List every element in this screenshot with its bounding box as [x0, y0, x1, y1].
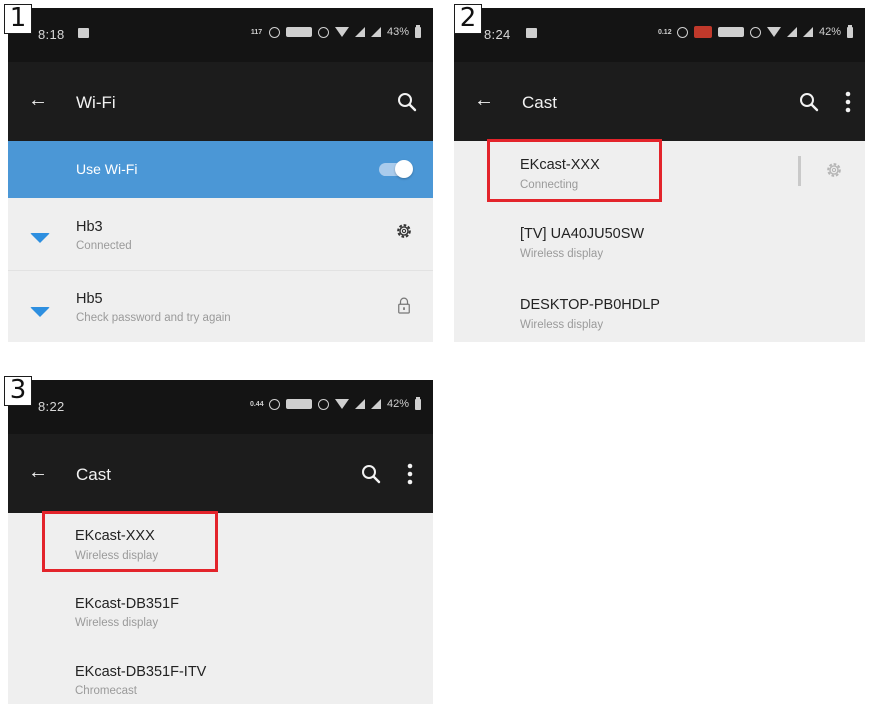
wifi-signal-icon: [30, 233, 50, 243]
signal-icon: [370, 27, 381, 37]
alarm-icon: [268, 26, 280, 38]
device-status: Wireless display: [75, 617, 159, 629]
status-icons: 0.12 42%: [657, 24, 853, 38]
data-speed-indicator: 0.12: [657, 28, 672, 36]
network-row[interactable]: Hb3 Connected: [8, 198, 433, 271]
battery-percent: 42%: [818, 26, 841, 38]
image-notification-icon: [526, 28, 537, 38]
cast-device-row[interactable]: DESKTOP-PB0HDLP Wireless display: [454, 275, 865, 342]
network-status: Connected: [76, 240, 132, 252]
step-number: 1: [4, 4, 32, 34]
back-arrow-icon[interactable]: ←: [28, 90, 48, 110]
search-icon[interactable]: [361, 464, 381, 486]
signal-icon: [354, 27, 365, 37]
gear-icon[interactable]: [825, 161, 843, 179]
image-notification-icon: [78, 28, 89, 38]
status-time: 8:18: [38, 27, 65, 42]
wifi-status-icon: [766, 27, 781, 37]
device-status: Wireless display: [520, 248, 604, 260]
network-row[interactable]: Hb5 Check password and try again: [8, 270, 433, 342]
panel-wifi-settings: 8:18 117 43% ← Wi-Fi Use Wi-Fi Hb3 Conne…: [8, 8, 433, 342]
status-time: 8:22: [38, 399, 65, 414]
hotspot-icon: [285, 399, 312, 409]
cast-device-row[interactable]: EKcast-DB351F Wireless display: [8, 579, 433, 642]
network-name: Hb3: [76, 219, 103, 235]
network-status: Check password and try again: [76, 312, 231, 324]
device-name: EKcast-DB351F-ITV: [75, 664, 207, 680]
highlight-box: [42, 511, 218, 572]
cast-device-row[interactable]: [TV] UA40JU50SW Wireless display: [454, 208, 865, 275]
panel-cast-connected: 8:22 0.44 42% ← Cast EKcast-XXX Wireless…: [8, 380, 433, 704]
sync-icon: [317, 398, 329, 410]
device-name: EKcast-DB351F: [75, 596, 179, 612]
toolbar: ← Wi-Fi: [8, 62, 433, 141]
divider: [798, 156, 801, 186]
status-bar: 8:22 0.44 42%: [8, 380, 433, 434]
battery-icon: [847, 24, 853, 38]
step-number: 3: [4, 376, 32, 406]
status-bar: 8:18 117 43%: [8, 8, 433, 62]
step-number: 2: [454, 4, 482, 34]
battery-icon: [415, 396, 421, 410]
page-title: Wi-Fi: [76, 93, 116, 112]
use-wifi-label: Use Wi-Fi: [76, 161, 138, 177]
wifi-signal-icon: [30, 307, 50, 317]
battery-icon: [415, 24, 421, 38]
sync-icon: [317, 26, 329, 38]
sync-icon: [749, 26, 761, 38]
cast-notification-icon: [693, 26, 712, 38]
back-arrow-icon[interactable]: ←: [474, 90, 494, 110]
search-icon[interactable]: [799, 92, 819, 114]
page-title: Cast: [522, 93, 557, 112]
alarm-icon: [676, 26, 688, 38]
device-status: Chromecast: [75, 685, 137, 697]
wifi-status-icon: [334, 399, 349, 409]
status-time: 8:24: [484, 27, 511, 42]
wifi-status-icon: [334, 27, 349, 37]
highlight-box: [487, 139, 662, 202]
more-options-icon[interactable]: [845, 91, 851, 113]
cast-device-row[interactable]: EKcast-DB351F-ITV Chromecast: [8, 642, 433, 704]
signal-icon: [370, 399, 381, 409]
lock-icon: [398, 297, 410, 314]
hotspot-icon: [717, 27, 744, 37]
back-arrow-icon[interactable]: ←: [28, 462, 48, 482]
signal-icon: [786, 27, 797, 37]
device-name: DESKTOP-PB0HDLP: [520, 297, 660, 313]
alarm-icon: [268, 398, 280, 410]
device-status: Wireless display: [520, 319, 604, 331]
search-icon[interactable]: [397, 92, 417, 114]
status-bar: 8:24 0.12 42%: [454, 8, 865, 62]
status-icons: 117 43%: [250, 24, 421, 38]
wifi-toggle[interactable]: [379, 160, 413, 178]
hotspot-icon: [285, 27, 312, 37]
gear-icon[interactable]: [395, 222, 413, 240]
more-options-icon[interactable]: [407, 463, 413, 485]
data-speed-indicator: 0.44: [249, 400, 264, 408]
battery-percent: 43%: [386, 26, 409, 38]
use-wifi-row[interactable]: Use Wi-Fi: [8, 141, 433, 198]
data-speed-indicator: 117: [250, 28, 263, 36]
page-title: Cast: [76, 465, 111, 484]
signal-icon: [354, 399, 365, 409]
signal-icon: [802, 27, 813, 37]
toolbar: ← Cast: [8, 434, 433, 513]
device-name: [TV] UA40JU50SW: [520, 226, 645, 242]
battery-percent: 42%: [386, 398, 409, 410]
toolbar: ← Cast: [454, 62, 865, 141]
panel-cast-connecting: 8:24 0.12 42% ← Cast EKcast-XXX Connecti…: [454, 8, 865, 342]
status-icons: 0.44 42%: [249, 396, 421, 410]
network-name: Hb5: [76, 291, 103, 307]
toggle-thumb: [395, 160, 413, 178]
